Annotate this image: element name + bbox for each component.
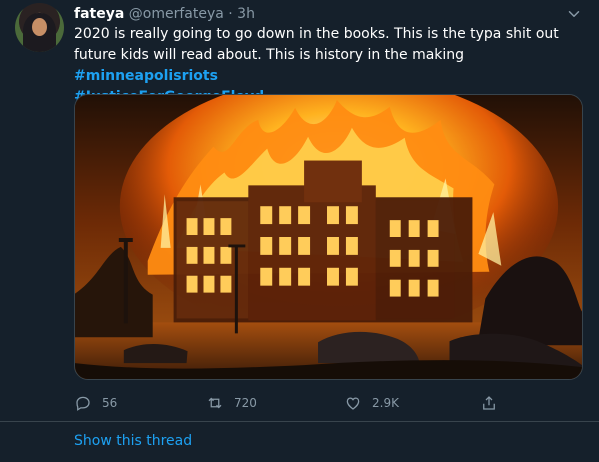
building-fire-photo	[75, 95, 582, 379]
retweet-count: 720	[234, 396, 257, 410]
chevron-down-icon[interactable]	[565, 5, 583, 23]
avatar[interactable]	[15, 3, 64, 52]
tweet-media[interactable]	[74, 94, 583, 380]
retweet-button[interactable]: 720	[206, 392, 257, 414]
like-count: 2.9K	[372, 396, 399, 410]
separator-dot: ·	[228, 6, 233, 22]
like-button[interactable]: 2.9K	[344, 392, 399, 414]
avatar-face	[32, 18, 47, 36]
reply-icon	[76, 396, 90, 411]
share-icon	[483, 396, 495, 410]
reply-count: 56	[102, 396, 118, 410]
display-name[interactable]: fateya	[74, 6, 124, 22]
tweet-body-text: 2020 is really going to go down in the b…	[74, 26, 559, 63]
hashtag-minneapolisriots[interactable]: #minneapolisriots	[74, 68, 218, 84]
tweet-actions: 56 720 2.9K	[74, 392, 504, 414]
tweet-card[interactable]: fateya @omerfateya · 3h 2020 is really g…	[0, 0, 599, 421]
show-thread-link[interactable]: Show this thread	[74, 431, 192, 451]
user-handle[interactable]: @omerfateya	[129, 6, 224, 22]
show-thread-row[interactable]: Show this thread	[0, 422, 599, 462]
reply-button[interactable]: 56	[74, 392, 117, 414]
retweet-icon	[208, 397, 222, 409]
timestamp[interactable]: 3h	[237, 6, 255, 22]
share-button[interactable]	[480, 392, 498, 414]
tweet-header: fateya @omerfateya · 3h	[74, 4, 255, 24]
heart-icon	[346, 397, 360, 410]
